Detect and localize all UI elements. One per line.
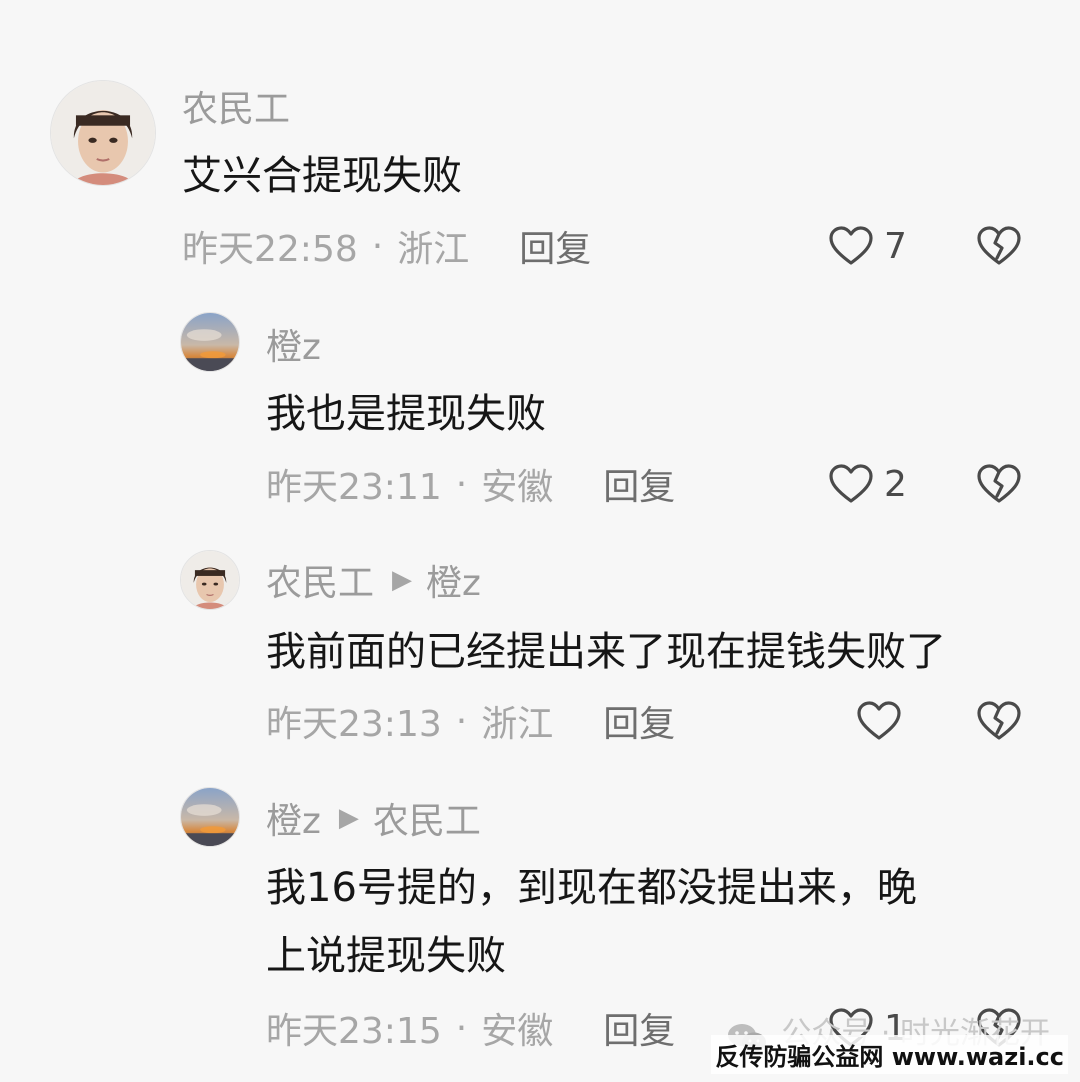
right-triangle-icon: ▶: [392, 565, 413, 595]
avatar[interactable]: [50, 80, 156, 186]
separator: ·: [455, 1007, 468, 1049]
comment-text: 艾兴合提现失败: [182, 153, 462, 199]
reply-button[interactable]: 回复: [603, 458, 675, 510]
like-button[interactable]: 2: [828, 460, 908, 508]
author-name-row: 农民工 ▶ 橙z: [266, 558, 481, 604]
location: 安徽: [481, 467, 554, 508]
timestamp: 昨天23:11: [266, 467, 442, 508]
author-name[interactable]: 农民工: [182, 80, 290, 132]
right-triangle-icon: ▶: [338, 803, 359, 833]
avatar[interactable]: [180, 550, 240, 610]
broken-heart-icon[interactable]: [976, 225, 1022, 267]
timestamp: 昨天22:58: [182, 229, 358, 270]
like-button[interactable]: 7: [828, 222, 908, 270]
reply-button[interactable]: 回复: [603, 1002, 675, 1054]
avatar[interactable]: [180, 787, 240, 847]
heart-outline-icon: [828, 225, 874, 267]
reply-to-name[interactable]: 橙z: [426, 554, 481, 606]
comment-meta: 昨天23:15 · 安徽 回复: [266, 1002, 675, 1054]
location: 浙江: [481, 704, 554, 745]
reply-button[interactable]: 回复: [519, 220, 591, 272]
heart-outline-icon: [828, 463, 874, 505]
avatar[interactable]: [180, 312, 240, 372]
timestamp: 昨天23:13: [266, 704, 442, 745]
comment-text-continued: 上说提现失败: [266, 933, 506, 979]
reply-button[interactable]: 回复: [603, 695, 675, 747]
comment-meta: 昨天23:13 · 浙江 回复: [266, 695, 675, 747]
comment-text: 我16号提的，到现在都没提出来，晚: [266, 865, 917, 911]
comment-text: 我也是提现失败: [266, 391, 546, 437]
author-name[interactable]: 农民工: [266, 554, 374, 606]
like-count: 7: [884, 225, 907, 267]
location: 浙江: [397, 229, 470, 270]
location: 安徽: [481, 1011, 554, 1052]
like-button[interactable]: [856, 697, 936, 745]
broken-heart-icon[interactable]: [976, 700, 1022, 742]
comment-text: 我前面的已经提出来了现在提钱失败了: [266, 629, 946, 675]
separator: ·: [371, 225, 384, 267]
separator: ·: [455, 463, 468, 505]
reply-to-name[interactable]: 农民工: [373, 792, 481, 844]
author-name[interactable]: 橙z: [266, 792, 321, 844]
author-name-row: 橙z ▶ 农民工: [266, 796, 481, 842]
watermark-site: 反传防骗公益网 www.wazi.cc: [711, 1035, 1068, 1074]
author-name-row: 农民工: [182, 84, 290, 130]
heart-outline-icon: [856, 700, 902, 742]
separator: ·: [455, 700, 468, 742]
like-count: 2: [884, 463, 907, 505]
author-name[interactable]: 橙z: [266, 318, 321, 370]
comment-meta: 昨天23:11 · 安徽 回复: [266, 458, 675, 510]
broken-heart-icon[interactable]: [976, 463, 1022, 505]
comment-meta: 昨天22:58 · 浙江 回复: [182, 220, 591, 272]
author-name-row: 橙z: [266, 322, 321, 368]
timestamp: 昨天23:15: [266, 1011, 442, 1052]
